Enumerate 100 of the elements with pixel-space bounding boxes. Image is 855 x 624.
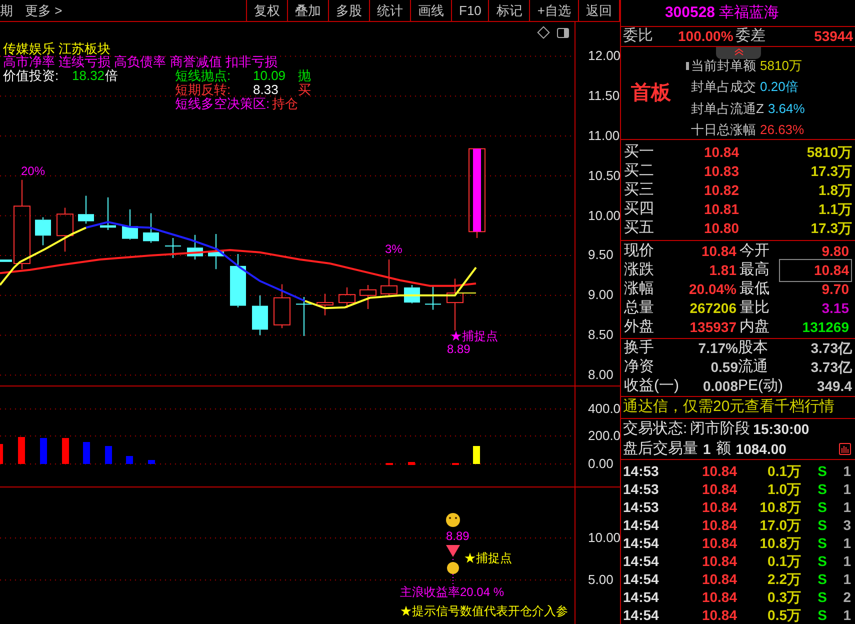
signal-value: 10.09	[253, 69, 286, 82]
trade-side: S	[816, 534, 827, 552]
toolbar-button[interactable]: 复权	[246, 0, 287, 21]
fundamental-label: 股本	[738, 338, 769, 358]
candlestick	[446, 278, 464, 331]
gem-icon	[446, 545, 460, 557]
after-hours-label: 盘后交易量	[623, 438, 698, 459]
info-label: 当前封单额	[691, 56, 756, 75]
fundamental-value: 7.17%	[697, 339, 738, 358]
candlestick	[380, 259, 398, 296]
toolbar-button[interactable]: 叠加	[287, 0, 328, 21]
more-menu[interactable]: 更多 >	[25, 0, 62, 20]
hint-text: ★提示信号数值代表开仓介入参	[400, 605, 568, 617]
signal-label: 短线多空决策区:	[175, 97, 270, 110]
risk-tags: 高市净率 连续亏损 高负债率 商誉减值 扣非亏损	[3, 55, 278, 68]
candlestick	[143, 212, 159, 244]
trade-side: S	[816, 606, 827, 624]
toolbar-button[interactable]: 统计	[369, 0, 410, 21]
info-value: 0.20倍	[760, 78, 798, 96]
volume-bar	[40, 438, 47, 464]
volume-bar	[83, 442, 90, 464]
quote-value: 10.84	[779, 259, 852, 282]
order-price: 10.80	[702, 218, 739, 238]
panel-toggle-icon[interactable]	[557, 28, 569, 38]
trade-time: 14:53	[623, 498, 660, 516]
trade-side: S	[816, 462, 827, 480]
trade-time: 14:54	[623, 570, 660, 588]
capture-label: ★捕捉点	[464, 552, 512, 564]
quote-label: 涨跌	[624, 260, 655, 280]
quote-label: 量比	[739, 298, 770, 318]
fundamental-label: 收益(一)	[624, 376, 680, 396]
candlestick	[274, 284, 290, 329]
trade-time: 14:54	[623, 606, 660, 624]
order-level: 买三	[624, 180, 655, 200]
toolbar-button[interactable]: +自选	[529, 0, 578, 21]
price-label: 8.89	[446, 530, 470, 542]
chart-annotation: ★捕捉点	[450, 330, 498, 342]
signal-value: 8.33	[253, 83, 278, 96]
field-value: 100.00%	[678, 26, 734, 46]
quote-label: 外盘	[624, 317, 655, 338]
collapse-tab[interactable]	[716, 46, 761, 59]
fundamental-label: 流通	[738, 357, 769, 378]
trade-volume: 10.8万	[758, 498, 801, 516]
chart-annotation: 8.89	[447, 343, 470, 355]
toolbar-button[interactable]: F10	[451, 0, 488, 21]
toolbar-button[interactable]: 返回	[578, 0, 620, 21]
candlestick	[187, 234, 203, 260]
volume-bar	[62, 438, 69, 464]
quote-value: 1.81	[708, 261, 738, 280]
info-label: 十日总涨幅	[691, 121, 756, 140]
quote-label: 总量	[624, 298, 655, 318]
axis-label: 12.00	[588, 49, 621, 62]
axis-label: 200.0	[588, 429, 621, 442]
order-price: 10.83	[702, 162, 739, 181]
toolbar-button[interactable]: 标记	[488, 0, 530, 21]
quote-label: 内盘	[739, 317, 770, 338]
quote-value: 9.80	[820, 242, 850, 262]
quote-value: 10.84	[700, 242, 738, 262]
fundamental-label: 换手	[624, 338, 655, 358]
quote-value: 135937	[688, 318, 738, 338]
axis-label: 10.50	[588, 169, 621, 182]
after-hours-volume: 1	[703, 440, 711, 458]
bar-chart-icon[interactable]	[839, 443, 851, 455]
order-volume: 17.3万	[810, 218, 852, 238]
marker-icon	[686, 62, 689, 70]
trade-volume: 2.2万	[766, 570, 801, 588]
trade-price: 10.84	[700, 570, 737, 588]
axis-label: 11.50	[588, 89, 620, 102]
order-level: 买五	[624, 218, 655, 238]
signal-label: 短线抛点:	[175, 69, 231, 82]
trade-volume: 10.8万	[758, 534, 801, 552]
fundamental-value: 0.008	[702, 377, 738, 396]
trade-volume: 0.5万	[766, 606, 801, 624]
trade-price: 10.84	[700, 516, 737, 534]
trade-count: 1	[842, 552, 851, 570]
trade-count: 2	[842, 588, 851, 606]
axis-label: 0.00	[588, 457, 614, 470]
promo-banner[interactable]: 通达信，仅需20元查看千档行情	[621, 397, 855, 419]
volume-bar	[0, 444, 3, 464]
volume-bar	[408, 462, 415, 465]
candlestick	[230, 253, 246, 308]
amount-label: 额	[716, 438, 731, 459]
order-volume: 1.1万	[818, 200, 852, 219]
trade-count: 1	[842, 534, 851, 552]
toolbar-button[interactable]: 画线	[410, 0, 451, 21]
volume-bar	[473, 446, 480, 464]
quote-label: 最高	[739, 260, 770, 280]
candlestick	[424, 286, 442, 310]
chevron-up-icon	[734, 48, 744, 56]
candlestick	[252, 294, 268, 336]
axis-label: 400.0	[588, 402, 621, 415]
order-level: 买二	[624, 160, 655, 181]
trade-side: S	[816, 588, 827, 606]
info-value: 3.64%	[768, 100, 805, 118]
trade-time: 14:54	[623, 552, 660, 570]
axis-label: 11.00	[588, 129, 620, 142]
field-label: 委比	[623, 26, 654, 46]
toolbar-button[interactable]: 多股	[328, 0, 369, 21]
axis-label: 10.00	[588, 531, 621, 544]
info-value: 26.63%	[760, 121, 804, 140]
